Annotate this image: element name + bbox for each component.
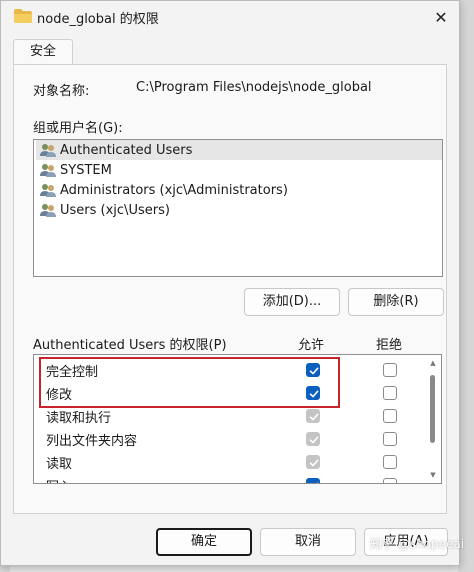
allow-checkbox[interactable] (306, 386, 320, 400)
table-row: 读取和执行 (34, 405, 424, 428)
permissions-title: Authenticated Users 的权限(P) (33, 338, 227, 353)
cancel-button[interactable]: 取消 (260, 528, 356, 556)
users-icon (40, 164, 56, 177)
allow-checkbox[interactable] (306, 432, 320, 446)
users-icon (40, 144, 56, 157)
allow-checkbox[interactable] (306, 455, 320, 469)
tab-security[interactable]: 安全 (13, 39, 73, 65)
watermark: 知乎 @shopeeai (370, 537, 465, 551)
groups-label: 组或用户名(G): (33, 121, 123, 136)
title-bar: node_global 的权限 ✕ (1, 1, 459, 33)
table-row: 修改 (34, 382, 424, 405)
list-item[interactable]: Users (xjc\Users) (36, 200, 442, 220)
deny-checkbox[interactable] (383, 386, 397, 400)
list-item-label: Administrators (xjc\Administrators) (60, 182, 288, 198)
permission-name: 读取和执行 (46, 411, 112, 426)
close-icon: ✕ (434, 7, 448, 27)
allow-checkbox[interactable] (306, 478, 320, 483)
remove-button[interactable]: 删除(R) (348, 288, 444, 316)
permissions-table: 完全控制 修改 读取和执行 列出文件夹内容 读取 写入 (33, 354, 442, 484)
list-item-label: Authenticated Users (60, 142, 193, 158)
list-item-label: SYSTEM (60, 162, 112, 178)
remove-button-label: 删除(R) (373, 294, 419, 309)
scroll-thumb[interactable] (430, 375, 435, 443)
ok-button-label: 确定 (190, 534, 217, 549)
deny-checkbox[interactable] (383, 478, 397, 483)
scroll-down-icon[interactable]: ▼ (429, 471, 437, 479)
table-row: 完全控制 (34, 359, 424, 382)
table-row: 列出文件夹内容 (34, 428, 424, 451)
deny-checkbox[interactable] (383, 432, 397, 446)
allow-header: 允许 (298, 338, 325, 353)
allow-checkbox[interactable] (306, 409, 320, 423)
list-item[interactable]: SYSTEM (36, 160, 442, 180)
permissions-scrollbar[interactable]: ▲ ▼ (426, 355, 440, 483)
ok-button[interactable]: 确定 (156, 528, 252, 556)
users-icon (40, 204, 56, 217)
deny-checkbox[interactable] (383, 363, 397, 377)
list-item[interactable]: Authenticated Users (36, 140, 442, 160)
list-item[interactable]: Administrators (xjc\Administrators) (36, 180, 442, 200)
table-row: 读取 (34, 451, 424, 474)
permission-name: 修改 (46, 388, 73, 403)
permission-name: 写入 (46, 476, 72, 483)
deny-checkbox[interactable] (383, 455, 397, 469)
permission-name: 完全控制 (46, 365, 99, 380)
close-button[interactable]: ✕ (423, 1, 459, 33)
add-button-label: 添加(D)... (262, 294, 322, 309)
allow-checkbox[interactable] (306, 363, 320, 377)
window-title: node_global 的权限 (37, 12, 159, 27)
groups-listbox[interactable]: Authenticated Users SYSTEM Administrator… (33, 139, 443, 277)
tab-label: 安全 (29, 44, 56, 59)
background-window-right (458, 0, 474, 572)
object-name-value: C:\Program Files\nodejs\node_global (136, 80, 372, 95)
deny-header: 拒绝 (376, 338, 403, 353)
users-icon (40, 184, 56, 197)
deny-checkbox[interactable] (383, 409, 397, 423)
scroll-up-icon[interactable]: ▲ (429, 359, 437, 367)
table-row: 写入 (34, 474, 424, 483)
object-name-label: 对象名称: (33, 84, 90, 99)
list-item-label: Users (xjc\Users) (60, 202, 170, 218)
add-button[interactable]: 添加(D)... (244, 288, 340, 316)
permission-name: 列出文件夹内容 (46, 434, 138, 449)
permissions-dialog: node_global 的权限 ✕ 安全 对象名称: C:\Program Fi… (0, 0, 460, 566)
cancel-button-label: 取消 (294, 534, 321, 549)
permission-name: 读取 (46, 457, 73, 472)
folder-icon (14, 9, 32, 23)
